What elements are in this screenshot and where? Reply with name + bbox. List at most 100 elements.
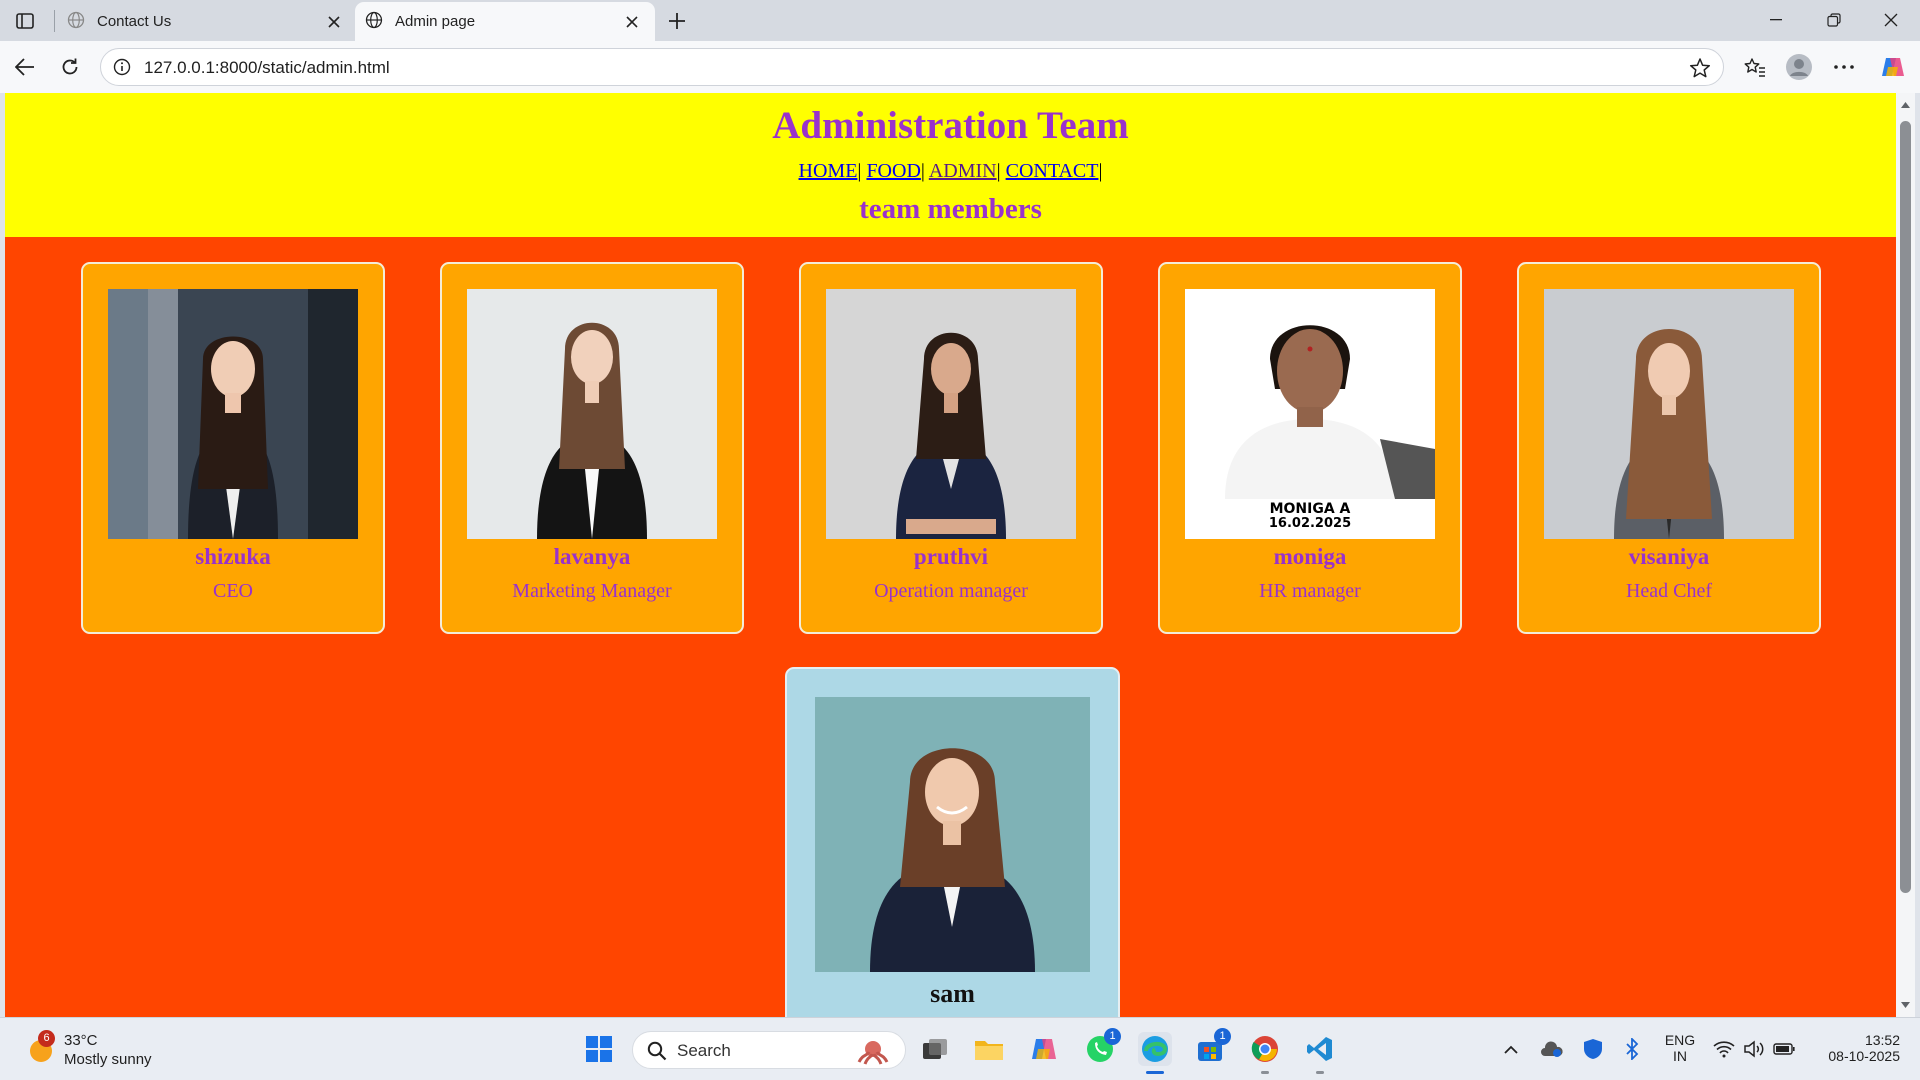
clock-date: 08-10-2025 (1828, 1048, 1900, 1064)
scroll-up-arrow-icon[interactable] (1900, 101, 1911, 109)
file-explorer-icon[interactable] (972, 1032, 1006, 1066)
copilot-app-icon[interactable] (1027, 1032, 1061, 1066)
nav-link-admin[interactable]: ADMIN (929, 160, 997, 182)
tab-separator (54, 10, 55, 32)
member-photo: MONIGA A 16.02.2025 (1185, 289, 1435, 539)
scrollbar-thumb[interactable] (1900, 121, 1911, 893)
member-name: sam (930, 979, 975, 1008)
more-options-icon[interactable] (1827, 50, 1861, 84)
store-badge: 1 (1214, 1028, 1231, 1045)
whatsapp-icon[interactable]: 1 (1083, 1028, 1121, 1066)
member-card: shizuka CEO (81, 262, 385, 634)
member-name: moniga (1273, 544, 1347, 569)
member-name: visaniya (1628, 544, 1710, 569)
restore-button[interactable] (1805, 0, 1863, 40)
photo-date: 16.02.2025 (1268, 516, 1352, 531)
close-icon[interactable] (323, 11, 345, 33)
region-code: IN (1673, 1048, 1687, 1064)
search-highlight-icon (857, 1041, 889, 1065)
member-photo (815, 697, 1090, 972)
favorite-star-icon[interactable] (1689, 57, 1711, 79)
member-card: lavanya Marketing Manager (440, 262, 744, 634)
edge-active-indicator (1146, 1071, 1164, 1074)
show-hidden-icons-chevron-icon[interactable] (1494, 1032, 1528, 1066)
browser-toolbar: 127.0.0.1:8000/static/admin.html (0, 41, 1920, 93)
member-role: Marketing Manager (512, 580, 672, 602)
member-photo (826, 289, 1076, 539)
volume-icon[interactable] (1740, 1032, 1768, 1066)
globe-icon (365, 11, 383, 33)
weather-badge: 6 (38, 1030, 55, 1047)
tab-admin-page[interactable]: Admin page (355, 2, 655, 41)
security-shield-icon[interactable] (1576, 1032, 1610, 1066)
section-heading: team members (859, 193, 1042, 225)
scroll-down-arrow-icon[interactable] (1900, 1001, 1911, 1009)
member-role: Operation manager (874, 580, 1028, 602)
page-scrollbar[interactable] (1896, 93, 1915, 1017)
globe-icon (67, 11, 85, 33)
search-label: Search (677, 1041, 731, 1060)
close-icon[interactable] (621, 11, 643, 33)
refresh-button[interactable] (53, 50, 87, 84)
tab-contact-us[interactable]: Contact Us (57, 2, 357, 41)
back-button[interactable] (8, 50, 42, 84)
nav-link-food[interactable]: FOOD (866, 160, 920, 182)
url-text[interactable]: 127.0.0.1:8000/static/admin.html (144, 58, 390, 78)
close-window-button[interactable] (1862, 0, 1920, 40)
weather-widget[interactable]: 6 33°C Mostly sunny (22, 1030, 172, 1070)
battery-icon[interactable] (1770, 1032, 1798, 1066)
start-icon[interactable] (582, 1032, 616, 1066)
member-name: shizuka (195, 544, 271, 569)
member-role: CEO (213, 580, 253, 602)
address-bar[interactable]: 127.0.0.1:8000/static/admin.html (100, 48, 1724, 86)
wifi-icon[interactable] (1710, 1032, 1738, 1066)
minimize-button[interactable] (1747, 0, 1805, 40)
member-photo (467, 289, 717, 539)
site-info-icon[interactable] (113, 58, 131, 76)
clock-time: 13:52 (1864, 1032, 1900, 1048)
page-viewport: Administration Team HOME| FOOD| ADMIN| C… (5, 93, 1896, 1017)
task-view-icon[interactable] (918, 1032, 952, 1066)
vscode-icon[interactable] (1303, 1032, 1337, 1066)
clock[interactable]: 13:52 08-10-2025 (1810, 1032, 1900, 1064)
tab-actions-icon[interactable] (10, 8, 40, 34)
nav-separator: | (920, 160, 925, 182)
edge-icon[interactable] (1138, 1032, 1172, 1066)
member-name: pruthvi (913, 544, 989, 569)
member-card: MONIGA A 16.02.2025 moniga HR manager (1158, 262, 1462, 634)
copilot-icon[interactable] (1876, 50, 1910, 84)
page-title: Administration Team (772, 104, 1129, 147)
temperature: 33°C (64, 1032, 98, 1049)
bluetooth-icon[interactable] (1615, 1032, 1649, 1066)
new-tab-button[interactable] (662, 6, 692, 36)
member-card: visaniya Head Chef (1517, 262, 1821, 634)
browser-tab-strip: Contact Us Admin page (0, 0, 1920, 41)
nav-link-contact[interactable]: CONTACT (1006, 160, 1099, 182)
tab-title: Contact Us (97, 13, 172, 30)
favorites-icon[interactable] (1738, 50, 1772, 84)
nav-separator: | (996, 160, 1001, 182)
weather-condition: Mostly sunny (64, 1051, 152, 1068)
vscode-running-indicator (1316, 1071, 1324, 1074)
profile-avatar[interactable] (1782, 50, 1816, 84)
member-card: pruthvi Operation manager (799, 262, 1103, 634)
nav-separator: | (1098, 160, 1103, 182)
nav-separator: | (857, 160, 862, 182)
member-card-highlighted: sam (785, 667, 1120, 1017)
member-name: lavanya (553, 544, 631, 569)
photo-caption: MONIGA A (1269, 501, 1351, 517)
site-header: Administration Team HOME| FOOD| ADMIN| C… (5, 93, 1896, 237)
member-role: HR manager (1259, 580, 1361, 602)
tab-title: Admin page (395, 13, 476, 30)
member-role: Head Chef (1625, 580, 1713, 602)
taskbar-search[interactable]: Search (632, 1031, 906, 1069)
chrome-icon[interactable] (1248, 1032, 1282, 1066)
nav-link-home[interactable]: HOME (799, 160, 858, 182)
language-indicator[interactable]: ENG IN (1660, 1032, 1700, 1064)
onedrive-icon[interactable] (1535, 1032, 1569, 1066)
chrome-running-indicator (1261, 1071, 1269, 1074)
store-icon[interactable]: 1 (1193, 1028, 1231, 1066)
whatsapp-badge: 1 (1104, 1028, 1121, 1045)
site-nav: HOME| FOOD| ADMIN| CONTACT| (5, 160, 1896, 183)
member-photo (1544, 289, 1794, 539)
